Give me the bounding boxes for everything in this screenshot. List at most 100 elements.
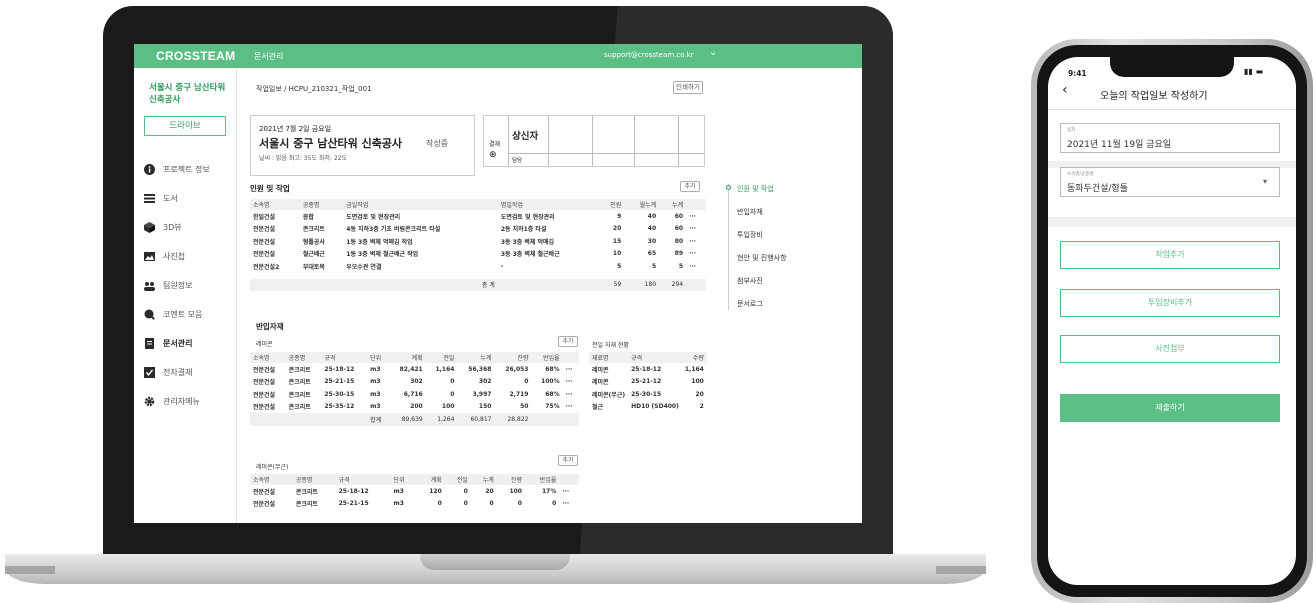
report-date: 2021년 7월 2일 금요일 <box>259 125 332 133</box>
table-row[interactable]: 전문건설 형틀공사 1동 3층 벽체 먹매김 작업 3동 3층 벽체 먹매김 15 30 8… <box>250 235 706 248</box>
add-remicon-plain-button[interactable]: 추가 <box>558 455 578 466</box>
signal-battery-icon: ▮▮ ▬ <box>1244 67 1264 76</box>
user-email[interactable]: support@crossteam.co.kr <box>604 51 694 59</box>
company-select[interactable]: 소속명/공종명 동파두건설/형틀 ▾ <box>1060 167 1280 197</box>
comment-icon <box>144 309 155 320</box>
attach-photo-button[interactable]: 사진첨부 <box>1060 335 1280 363</box>
table-row[interactable]: 전문건설 철근배근 1동 3층 벽체 철근배근 작업 3동 3층 벽체 철근배근 10 6… <box>250 248 706 261</box>
more-icon[interactable]: ··· <box>686 210 706 223</box>
sidebar-item-label: 전자결재 <box>163 367 193 377</box>
sidebar-item-project-info[interactable]: 프로젝트 정보 <box>144 162 234 176</box>
toc-item-equipment[interactable]: 투입장비 <box>737 230 763 240</box>
section-title-materials: 반입자재 <box>256 322 284 331</box>
col-header: 공종명 <box>299 199 344 210</box>
sidebar-item-label: 관리자메뉴 <box>163 396 200 406</box>
team-icon <box>144 280 155 291</box>
table-row[interactable]: 한일건설 종합 도면검토 및 현장관리 도면검토 및 현장관리 9 40 60 ··· <box>250 210 706 223</box>
cube-icon <box>144 221 155 233</box>
table-row[interactable]: 전문건설 콘크리트 4동 지하3층 기초 버림콘크리트 타설 2동 지하1층 타설 20… <box>250 223 706 236</box>
remicon-plain-table: 소속명 공종명 규격 단위 계획 전일 누계 잔량 반입율 전문건설 콘크리트 25-18-12 m3… <box>250 474 579 510</box>
col-header: 명일작업 <box>497 199 598 210</box>
print-button[interactable]: 인쇄하기 <box>673 81 703 94</box>
prev-day-table: 재료명 규격 수량 레미콘 25-18-12 1,164 레미콘 25-21-12 100 … <box>589 352 707 413</box>
add-work-button[interactable]: 작업추가 <box>1060 241 1280 269</box>
phone-title: 오늘의 작업일보 작성하기 <box>1100 91 1208 102</box>
add-remicon-button[interactable]: 추가 <box>558 336 578 347</box>
approval-assignee: 담당 <box>512 158 523 164</box>
weather-info: 날씨 : 맑음 최고: 35도 최저: 22도 <box>259 155 347 162</box>
project-name: 서울시 중구 남산타워 신축공사 <box>149 83 226 105</box>
table-row[interactable]: 전문건설 콘크리트 25-35-12 m3 200 100 150 50 75% ··· <box>250 401 579 414</box>
sidebar-item-label: 3D뷰 <box>163 222 182 232</box>
report-header-card: 2021년 7월 2일 금요일 서울시 중구 남산타워 신축공사 작성중 날씨 … <box>250 115 475 176</box>
remicon-title: 레미콘 <box>256 341 273 348</box>
toc-item-workforce[interactable]: 인원 및 작업 <box>737 184 774 194</box>
toc-item-issues[interactable]: 현안 및 진행사항 <box>737 253 787 263</box>
back-chevron-icon[interactable]: ‹ <box>1062 82 1068 98</box>
chevron-down-icon[interactable]: ⌄ <box>709 47 717 58</box>
sidebar-item-admin[interactable]: 관리자메뉴 <box>144 394 234 408</box>
table-row[interactable]: 전문건설2 부대토목 우오수관 연결 -5 5 5 ··· <box>250 260 706 273</box>
more-icon[interactable]: ··· <box>686 235 706 248</box>
more-icon[interactable]: ··· <box>559 498 579 511</box>
date-field[interactable]: 일자 2021년 11월 19일 금요일 <box>1060 123 1280 153</box>
more-icon[interactable]: ··· <box>686 260 706 273</box>
more-icon[interactable]: ··· <box>563 401 579 414</box>
sidebar-item-drawings[interactable]: 도서 <box>144 191 234 205</box>
sidebar-item-documents[interactable]: 문서관리 <box>144 336 234 350</box>
table-row: 레미콘 25-18-12 1,164 <box>592 365 704 374</box>
table-row[interactable]: 전문건설 콘크리트 25-18-12 m3 120 0 20 100 17% ··· <box>250 485 579 498</box>
add-approver-icon[interactable]: ⊕ <box>489 150 497 160</box>
table-row[interactable]: 전문건설 콘크리트 25-21-15 m3 302 0 302 0 100% ··· <box>250 376 579 389</box>
approval-box: 결재 ⊕ 상신자 담당 <box>483 115 705 167</box>
col-header: 월누계 <box>624 199 660 210</box>
brand-logo[interactable]: CROSSTEAM <box>156 49 235 63</box>
more-icon[interactable]: ··· <box>563 376 579 389</box>
col-header: 인원 <box>597 199 625 210</box>
more-icon[interactable]: ··· <box>686 223 706 236</box>
status-badge: 작성중 <box>426 139 449 148</box>
info-icon <box>144 163 155 175</box>
sidebar-item-3d-view[interactable]: 3D뷰 <box>144 220 234 234</box>
toc-item-photos[interactable]: 첨부사진 <box>737 276 763 286</box>
sidebar-item-label: 사진첩 <box>163 251 186 261</box>
table-row[interactable]: 전문건설 콘크리트 25-30-15 m3 6,716 0 3,997 2,719 68% ··· <box>250 388 579 401</box>
approval-label: 결재 <box>489 141 501 148</box>
chevron-down-icon: ▾ <box>1263 177 1268 186</box>
table-row: 레미콘 25-21-12 100 <box>592 378 704 387</box>
sidebar-item-label: 도서 <box>163 193 178 203</box>
sidebar-item-label: 프로젝트 정보 <box>163 164 210 174</box>
more-icon[interactable]: ··· <box>563 388 579 401</box>
more-icon[interactable]: ··· <box>559 485 579 498</box>
sidebar-item-approval[interactable]: 전자결재 <box>144 365 234 379</box>
image-icon <box>144 251 155 262</box>
toc-item-log[interactable]: 문서로그 <box>737 299 763 309</box>
table-row[interactable]: 전문건설 콘크리트 25-18-12 m3 82,421 1,164 56,368 26,05… <box>250 363 579 376</box>
col-header: 소속명 <box>250 199 300 210</box>
table-row: 철근 HD10 (SD400) 2 <box>592 403 704 412</box>
remicon-plain-title: 레미콘(무근) <box>256 464 289 471</box>
drive-button[interactable]: 드라이브 <box>144 116 226 136</box>
section-title-workforce: 인원 및 작업 <box>250 184 290 193</box>
remicon-table: 소속명 공종명 규격 단위 계획 전일 누계 잔량 반입율 전문건설 콘크리트 25-18-12 m3… <box>250 352 579 426</box>
top-bar: CROSSTEAM 문서관리 support@crossteam.co.kr ⌄ <box>134 44 862 68</box>
sidebar-item-label: 코멘트 모음 <box>163 309 203 319</box>
table-row[interactable]: 전문건설 콘크리트 25-21-15 m3 0 0 0 0 0 ··· <box>250 498 579 511</box>
section-toc: 인원 및 작업 반입자재 투입장비 현안 및 진행사항 첨부사진 문서로그 <box>728 184 818 310</box>
sidebar-item-team[interactable]: 팀원정보 <box>144 278 234 292</box>
gear-icon <box>144 396 155 407</box>
sidebar-item-comments[interactable]: 코멘트 모음 <box>144 307 234 321</box>
status-time: 9:41 <box>1068 69 1087 78</box>
list-icon <box>144 193 155 204</box>
add-equipment-button[interactable]: 투입장비추가 <box>1060 289 1280 317</box>
add-workforce-button[interactable]: 추가 <box>680 181 700 192</box>
sidebar-item-label: 문서관리 <box>163 338 193 348</box>
more-icon[interactable]: ··· <box>563 363 579 376</box>
toc-item-materials[interactable]: 반입자재 <box>737 207 763 217</box>
submit-button[interactable]: 제출하기 <box>1060 394 1280 422</box>
phone-notch <box>1110 57 1234 77</box>
top-menu-document[interactable]: 문서관리 <box>254 51 283 62</box>
sidebar-item-photos[interactable]: 사진첩 <box>144 249 234 263</box>
more-icon[interactable]: ··· <box>686 248 706 261</box>
laptop-screen: CROSSTEAM 문서관리 support@crossteam.co.kr ⌄… <box>134 44 862 523</box>
